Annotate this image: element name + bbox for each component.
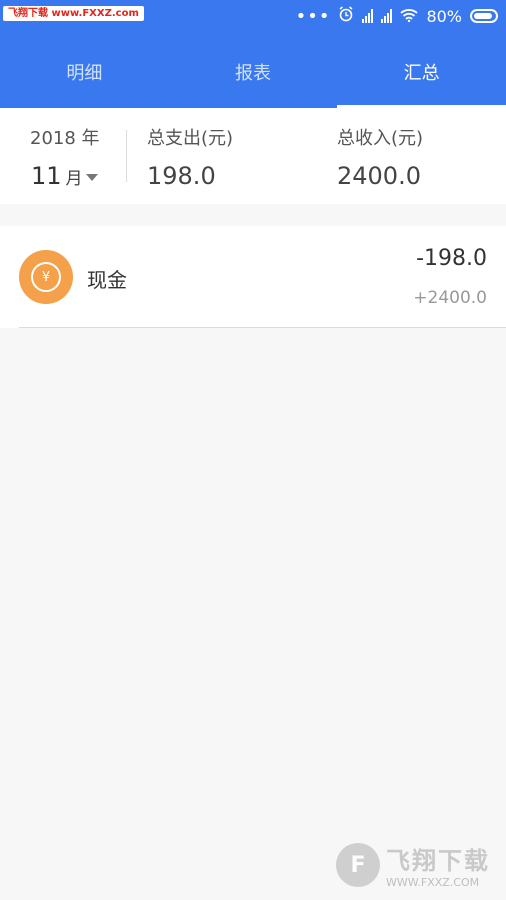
watermark-title: 飞翔下载: [386, 847, 490, 875]
battery-percent: 80%: [426, 6, 462, 26]
battery-icon: [470, 9, 498, 23]
tab-bar: 明细 报表 汇总: [0, 36, 506, 108]
summary-panel: 2018 年 11 月 总支出(元) 198.0 总收入(元) 2400.0: [0, 108, 506, 204]
year-label: 2018 年: [30, 128, 100, 149]
status-bar: 飞翔下载 www.FXXZ.com ••• 80%: [0, 0, 506, 36]
account-row-cash[interactable]: ¥ 现金 -198.0 +2400.0: [0, 226, 506, 328]
divider: [126, 130, 127, 182]
watermark-url: WWW.FXXZ.COM: [386, 876, 480, 889]
tab-detail[interactable]: 明细: [0, 36, 169, 108]
signal-icon: [362, 9, 374, 23]
month-value: 11: [31, 162, 62, 190]
month-selector[interactable]: 11 月: [31, 162, 98, 190]
account-expense: -198.0: [416, 246, 487, 271]
yen-icon: ¥: [19, 250, 73, 304]
tab-summary[interactable]: 汇总: [337, 36, 506, 108]
watermark-logo-icon: F: [336, 843, 380, 887]
dropdown-caret-icon: [85, 174, 98, 181]
row-divider: [19, 327, 506, 328]
total-income-label: 总收入(元): [337, 128, 424, 149]
total-expense-value: 198.0: [147, 162, 216, 190]
account-name: 现金: [87, 268, 127, 292]
signal-icon: [381, 9, 393, 23]
watermark-badge: 飞翔下载 www.FXXZ.com: [3, 6, 144, 21]
month-unit: 月: [65, 169, 83, 189]
total-income-value: 2400.0: [337, 162, 421, 190]
alarm-icon: [338, 6, 354, 26]
account-income: +2400.0: [413, 288, 487, 308]
total-expense-label: 总支出(元): [147, 128, 234, 149]
status-icons: ••• 80%: [295, 5, 498, 27]
watermark-logo: F 飞翔下载 WWW.FXXZ.COM: [336, 840, 496, 890]
more-dots-icon: •••: [295, 5, 331, 27]
wifi-icon: [400, 7, 419, 26]
tab-report[interactable]: 报表: [169, 36, 338, 108]
